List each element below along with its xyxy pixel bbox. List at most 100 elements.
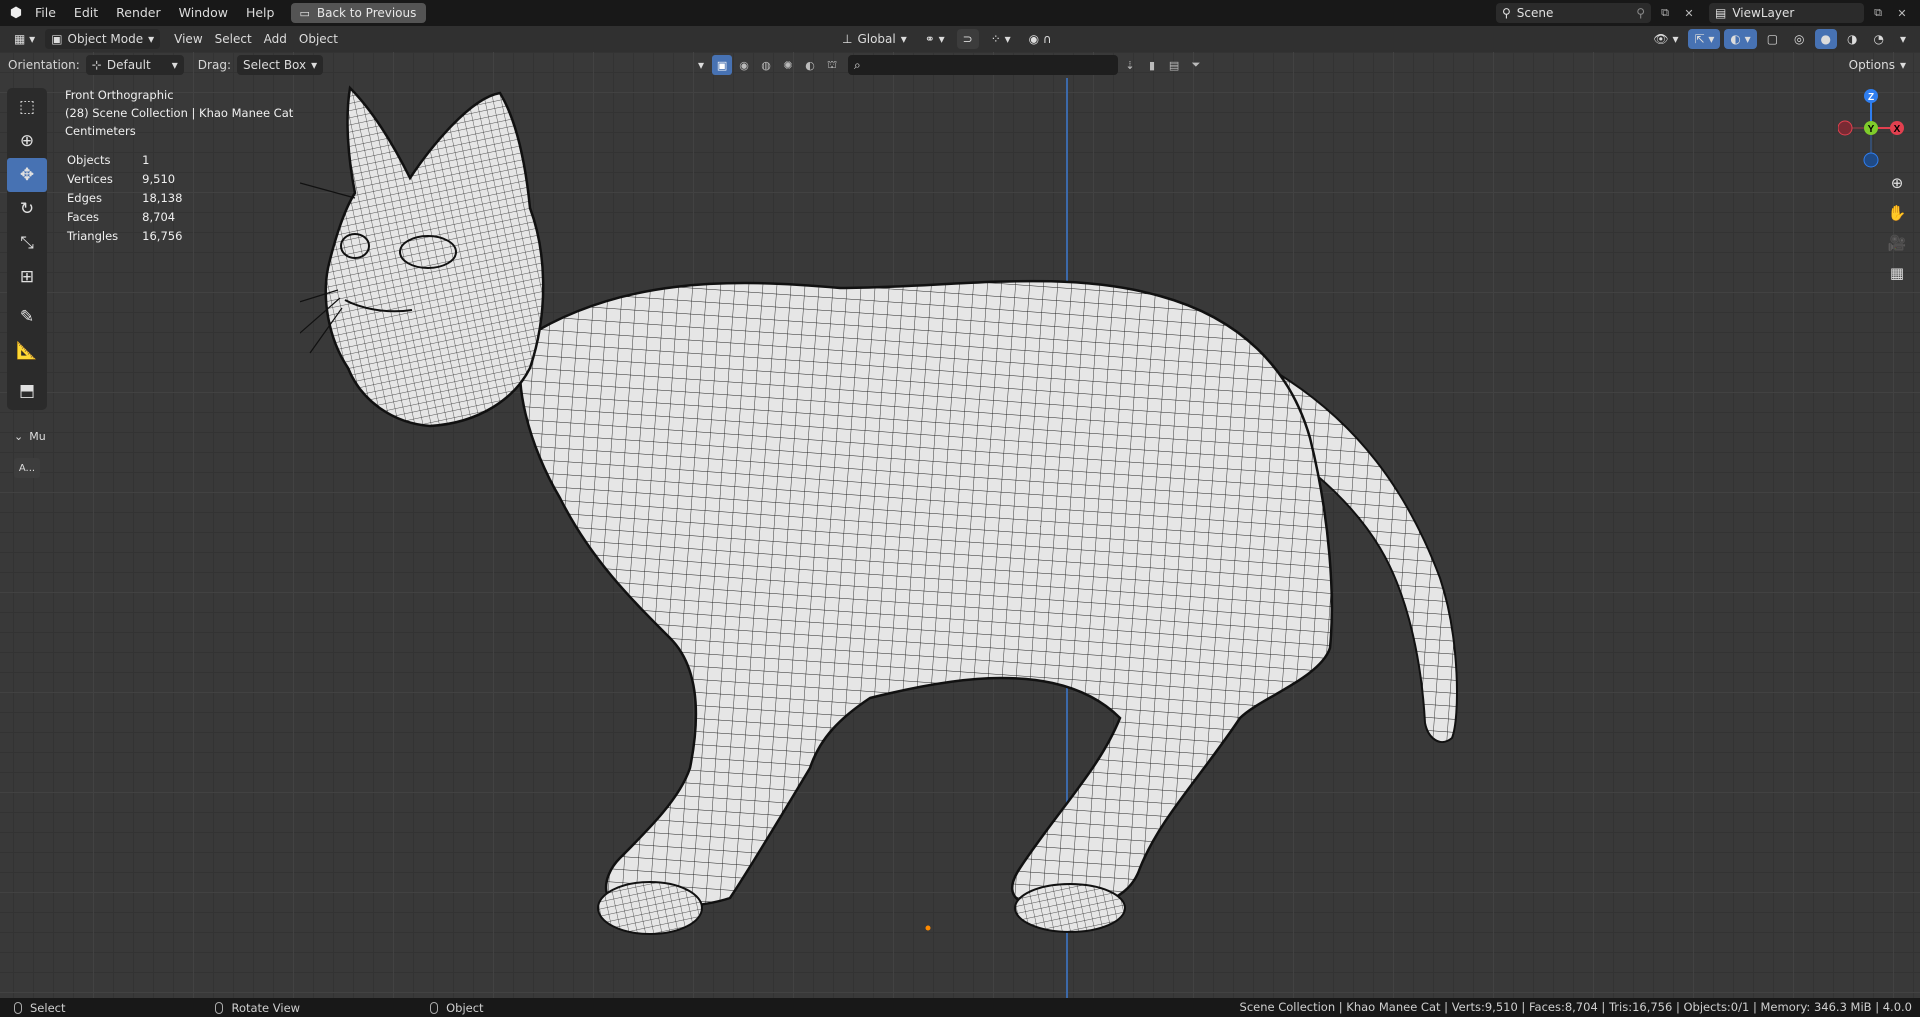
pin-icon[interactable]: ⚲ [1636, 6, 1645, 20]
overlays-toggle[interactable]: ◐ ▾ [1724, 29, 1757, 49]
orientation-icon: ⊹ [91, 58, 102, 72]
snap-target-selector[interactable]: ⁘ ▾ [985, 29, 1017, 49]
blender-logo-icon[interactable]: ⬢ [6, 3, 26, 23]
drag-label: Drag: [197, 58, 231, 72]
delete-view-layer-icon[interactable]: ✕ [1892, 3, 1912, 23]
mode-selector[interactable]: ▣ Object Mode ▾ [45, 29, 161, 49]
drag-selector[interactable]: Select Box ▾ [236, 55, 324, 75]
navigation-gizmo[interactable]: Z X Y [1838, 86, 1904, 170]
light-filter-icon[interactable]: ✺ [778, 55, 798, 75]
orientation-selector[interactable]: ⊹ Default ▾ [85, 55, 184, 75]
transform-axes-icon: ⊥ [842, 32, 853, 46]
cat-head [300, 85, 545, 428]
viewport-header: ▦ ▾ ▣ Object Mode ▾ View Select Add Obje… [0, 26, 1920, 52]
scene-selector[interactable]: ⚲ Scene ⚲ [1496, 3, 1651, 23]
menu-view[interactable]: View [168, 29, 208, 49]
measure-tool-icon[interactable]: 📐 [7, 334, 47, 368]
scale-tool-icon[interactable]: ⤡ [7, 226, 47, 260]
neg-z-axis-ball[interactable] [1863, 152, 1879, 168]
annotate-tool-icon[interactable]: ✎ [7, 300, 47, 334]
menu-select[interactable]: Select [209, 29, 258, 49]
zoom-icon[interactable]: ⊕ [1886, 172, 1908, 194]
view-layer-selector[interactable]: ▤ ViewLayer [1709, 3, 1864, 23]
transform-orientation-label: Global [857, 32, 896, 46]
transform-tool-icon[interactable]: ⊞ [7, 260, 47, 294]
unit-system: Centimeters [65, 124, 136, 138]
neg-x-axis-ball[interactable] [1838, 120, 1853, 136]
object-filter-icon[interactable]: ▣ [712, 55, 733, 75]
menu-render[interactable]: Render [107, 0, 170, 26]
material-filter-icon[interactable]: ◍ [756, 55, 776, 75]
mesh-filter-icon[interactable]: ◉ [734, 55, 754, 75]
drag-value: Select Box [242, 58, 307, 72]
display-mode-icon[interactable]: ▤ [1164, 55, 1184, 75]
shading-options-dropdown[interactable]: ▾ [1894, 29, 1912, 49]
sort-icon[interactable]: ⇣ [1120, 55, 1140, 75]
new-scene-icon[interactable]: ⧉ [1655, 3, 1675, 23]
material-shading-icon[interactable]: ◑ [1841, 29, 1863, 49]
view-name: Front Orthographic [65, 88, 174, 102]
chevron-down-icon: ▾ [148, 32, 155, 46]
cursor-tool-icon[interactable]: ⊕ [7, 124, 47, 158]
stat-label: Faces [67, 210, 99, 224]
cat-paws [597, 881, 1126, 935]
bookmark-icon[interactable]: ▮ [1142, 55, 1162, 75]
snap-toggle[interactable]: ⊃ [956, 29, 979, 49]
y-axis-label: Y [1868, 124, 1875, 135]
editor-type-selector[interactable]: ▦ ▾ [8, 29, 41, 49]
menu-object[interactable]: Object [293, 29, 344, 49]
proportional-editing-toggle[interactable]: ◉ ∩ [1023, 29, 1058, 49]
add-cube-tool-icon[interactable]: ⬒ [7, 374, 47, 408]
stat-label: Edges [67, 191, 102, 205]
stat-row: Vertices 9,510 [67, 171, 204, 188]
filter-expand-icon[interactable]: ▾ [692, 55, 710, 75]
solid-shading-icon[interactable]: ● [1814, 29, 1837, 49]
cat-mesh-object[interactable] [300, 78, 1480, 978]
delete-scene-icon[interactable]: ✕ [1679, 3, 1699, 23]
right-mouse-icon [430, 1001, 439, 1014]
navigation-buttons: ⊕ ✋ 🎥 ▦ [1886, 172, 1908, 284]
search-input[interactable]: ⌕ [848, 55, 1119, 75]
menu-help[interactable]: Help [237, 0, 284, 26]
select-box-tool-icon[interactable]: ⬚ [7, 90, 47, 124]
status-object-label: Object [446, 1000, 484, 1015]
options-dropdown[interactable]: Options ▾ [1843, 55, 1912, 75]
gizmo-toggle[interactable]: ⇱ ▾ [1688, 29, 1721, 49]
menu-add[interactable]: Add [258, 29, 293, 49]
back-to-previous-button[interactable]: ▭ Back to Previous [291, 3, 427, 23]
menu-file[interactable]: File [26, 0, 65, 26]
top-bar: ⬢ File Edit Render Window Help ▭ Back to… [0, 0, 1920, 26]
last-operator-button[interactable]: A... [14, 458, 40, 478]
tool-settings-header: Orientation: ⊹ Default ▾ Drag: Select Bo… [0, 52, 1920, 78]
rotate-tool-icon[interactable]: ↻ [7, 192, 47, 226]
scene-filter-icon[interactable]: ⛫ [822, 55, 842, 75]
last-operator-panel-toggle[interactable]: ⌄ Mu [14, 430, 46, 443]
pan-hand-icon[interactable]: ✋ [1886, 202, 1908, 224]
chevron-down-icon: ▾ [171, 58, 178, 72]
ortho-grid-icon[interactable]: ▦ [1886, 262, 1908, 284]
chevron-down-icon: ▾ [1899, 58, 1906, 72]
world-filter-icon[interactable]: ◐ [800, 55, 820, 75]
status-object: Object [430, 1000, 484, 1015]
stat-label: Vertices [67, 172, 113, 186]
menu-window[interactable]: Window [170, 0, 237, 26]
menu-edit[interactable]: Edit [65, 0, 107, 26]
back-screen-icon: ▭ [299, 6, 310, 20]
statistics-overlay: Objects 1 Vertices 9,510 Edges 18,138 Faces… [65, 150, 206, 247]
rendered-shading-icon[interactable]: ◔ [1867, 29, 1889, 49]
transform-orientation-selector[interactable]: ⊥ Global ▾ [836, 29, 913, 49]
object-mode-icon: ▣ [51, 32, 63, 46]
wireframe-shading-icon[interactable]: ◎ [1788, 29, 1810, 49]
visibility-selector[interactable]: 👁 ▾ [1647, 29, 1684, 49]
xray-toggle[interactable]: ▢ [1761, 29, 1784, 49]
object-origin-dot [925, 925, 931, 931]
move-tool-icon[interactable]: ✥ [7, 158, 47, 192]
filter-icon[interactable]: ⏷ [1186, 55, 1206, 75]
camera-icon[interactable]: 🎥 [1886, 232, 1908, 254]
stat-label: Objects [67, 153, 111, 167]
pivot-point-selector[interactable]: ⚭ ▾ [919, 29, 951, 49]
new-view-layer-icon[interactable]: ⧉ [1868, 3, 1888, 23]
stat-value: 1 [142, 153, 150, 167]
stat-value: 8,704 [142, 210, 176, 224]
stat-value: 16,756 [142, 229, 183, 243]
